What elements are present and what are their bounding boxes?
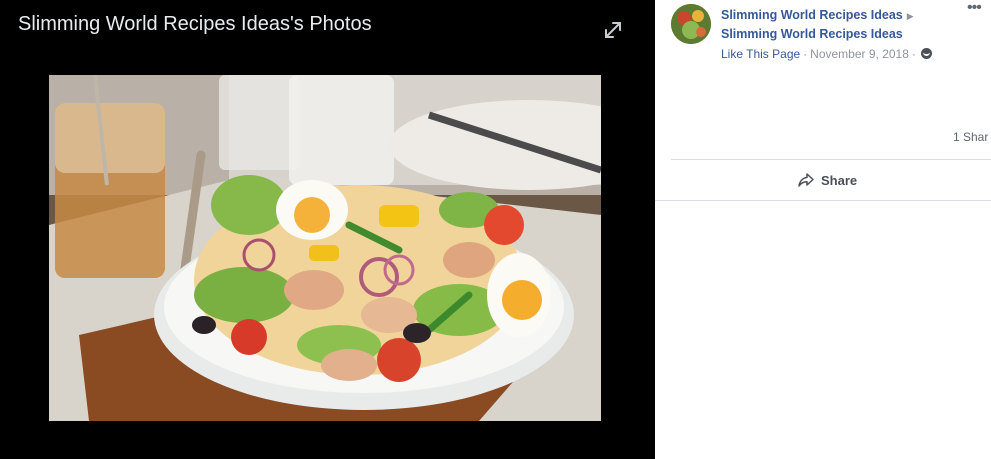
photo-viewer: Slimming World Recipes Ideas's Photos	[0, 0, 655, 459]
post-date[interactable]: November 9, 2018	[810, 47, 909, 61]
meta-separator: ·	[911, 47, 916, 61]
viewer-title: Slimming World Recipes Ideas's Photos	[18, 13, 372, 35]
like-page-link[interactable]: Like This Page	[721, 47, 800, 61]
salad-photo[interactable]	[49, 75, 601, 421]
meta-separator: ·	[803, 47, 808, 61]
page-name-secondary[interactable]: Slimming World Recipes Ideas	[721, 25, 961, 43]
page-name-link[interactable]: Slimming World Recipes Ideas ▶	[721, 6, 961, 25]
share-label: Share	[821, 172, 858, 188]
globe-icon[interactable]	[920, 48, 932, 59]
share-count[interactable]: 1 Shar	[953, 130, 988, 144]
post-header: Slimming World Recipes Ideas ▶ Slimming W…	[721, 6, 961, 62]
share-button[interactable]: Share	[797, 170, 857, 190]
page-avatar[interactable]	[671, 4, 711, 44]
more-options-icon[interactable]: •••	[967, 0, 987, 18]
post-meta: Like This Page · November 9, 2018 ·	[721, 46, 961, 62]
share-arrow-icon	[798, 173, 814, 187]
info-panel: Slimming World Recipes Ideas ▶ Slimming W…	[655, 0, 991, 459]
expand-icon[interactable]	[601, 18, 625, 42]
divider	[671, 159, 991, 160]
page-name-primary[interactable]: Slimming World Recipes Ideas	[721, 8, 903, 22]
divider	[655, 200, 991, 201]
arrow-right-icon: ▶	[906, 11, 914, 21]
